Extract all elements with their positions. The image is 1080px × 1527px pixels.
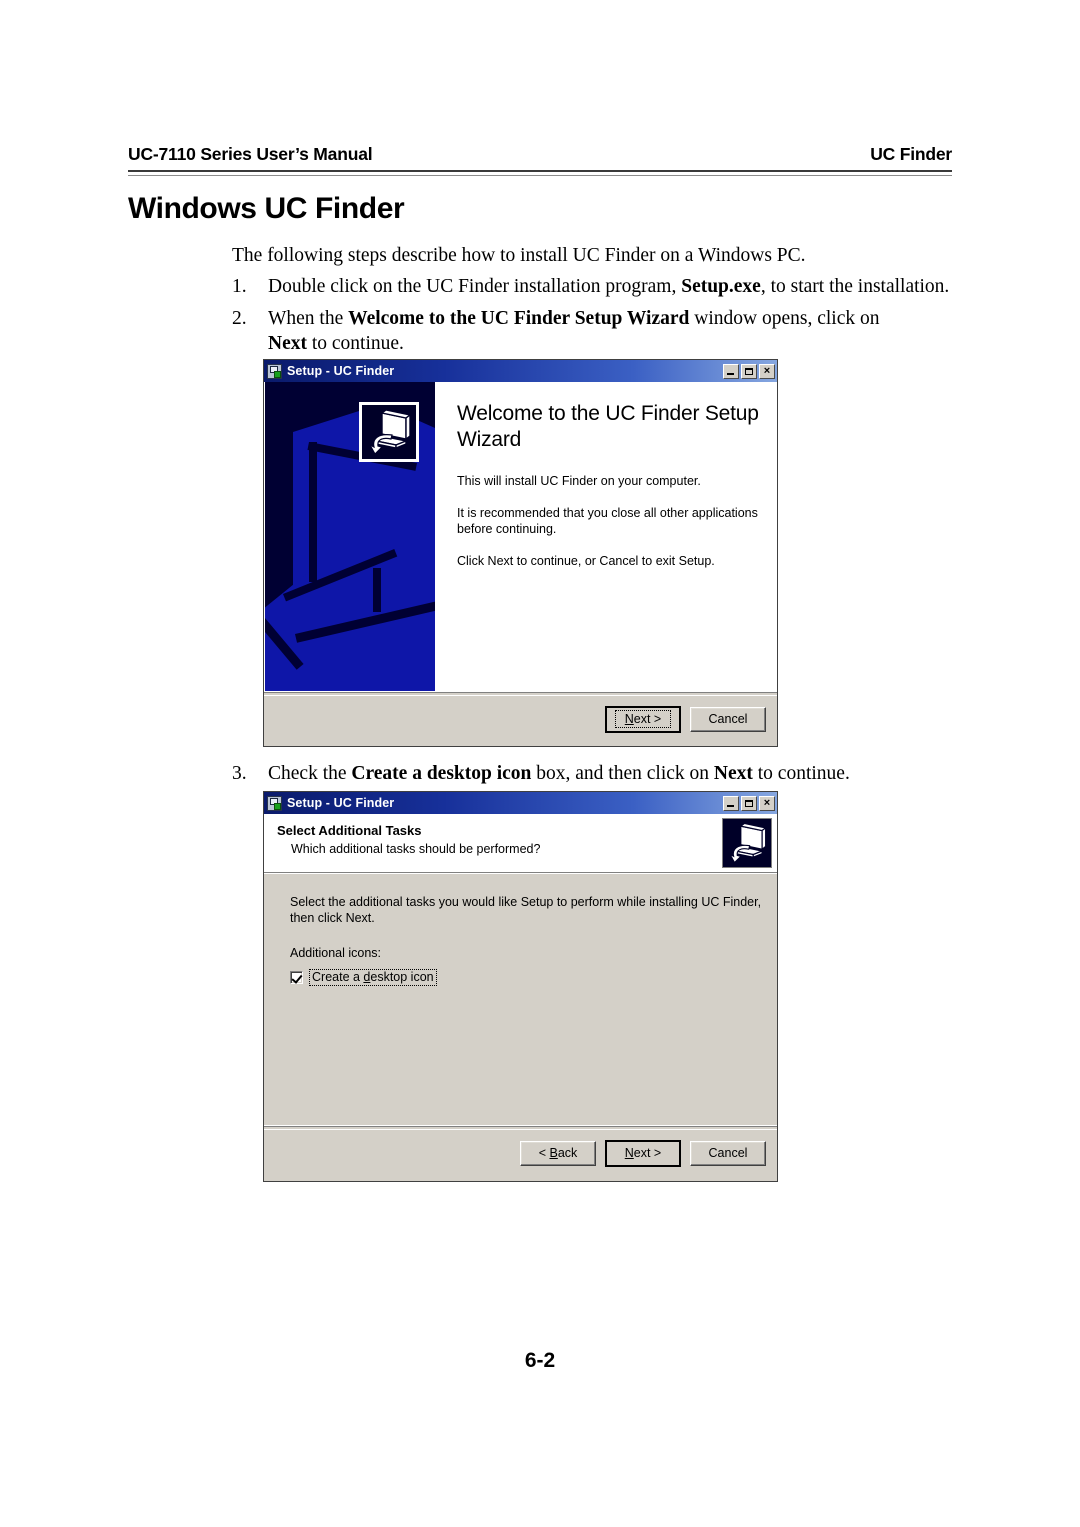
welcome-text-pane: Welcome to the UC Finder Setup Wizard Th… bbox=[435, 382, 777, 691]
maximize-icon[interactable] bbox=[741, 363, 757, 379]
welcome-paragraph-3: Click Next to continue, or Cancel to exi… bbox=[457, 554, 715, 568]
next-button[interactable]: Next > bbox=[605, 1139, 681, 1167]
window-controls[interactable]: × bbox=[723, 363, 775, 379]
tasks-instruction: Select the additional tasks you would li… bbox=[290, 895, 762, 925]
titlebar[interactable]: Setup - UC Finder × bbox=[264, 360, 777, 382]
installer-computer-icon bbox=[359, 402, 419, 462]
welcome-paragraph-1: This will install UC Finder on your comp… bbox=[457, 474, 701, 488]
wizard-page-title: Select Additional Tasks bbox=[277, 823, 422, 838]
welcome-paragraph-2: It is recommended that you close all oth… bbox=[457, 506, 758, 536]
step-item-1: 1. Double click on the UC Finder install… bbox=[232, 274, 962, 299]
create-desktop-icon-checkbox[interactable] bbox=[290, 971, 303, 984]
step-text: Double click on the UC Finder installati… bbox=[268, 276, 950, 297]
setup-welcome-dialog[interactable]: Setup - UC Finder × Welcome to the UC Fi… bbox=[263, 359, 778, 747]
additional-icons-label: Additional icons: bbox=[290, 946, 382, 960]
page-number: 6-2 bbox=[524, 1349, 556, 1372]
cancel-button-label: Cancel bbox=[708, 1146, 748, 1160]
page-header-band: Select Additional Tasks Which additional… bbox=[264, 814, 777, 873]
titlebar[interactable]: Setup - UC Finder × bbox=[264, 792, 777, 814]
setup-additional-tasks-dialog[interactable]: Setup - UC Finder × Select Additional Ta… bbox=[263, 791, 778, 1182]
step-item-2: 2. When the Welcome to the UC Finder Set… bbox=[232, 306, 912, 356]
button-bar-divider bbox=[264, 1126, 777, 1130]
wizard-page-subtitle: Which additional tasks should be perform… bbox=[291, 842, 541, 856]
wizard-banner-image bbox=[265, 382, 435, 691]
window-title: Setup - UC Finder bbox=[287, 364, 395, 378]
welcome-body: Welcome to the UC Finder Setup Wizard Th… bbox=[264, 382, 777, 691]
running-head-left: UC-7110 Series User’s Manual bbox=[128, 144, 373, 164]
step-number: 3. bbox=[232, 763, 247, 784]
back-button[interactable]: < Back bbox=[520, 1140, 596, 1166]
step-item-3: 3. Check the Create a desktop icon box, … bbox=[232, 761, 962, 786]
create-desktop-icon-label[interactable]: Create a desktop icon bbox=[309, 969, 437, 986]
create-desktop-icon-row[interactable]: Create a desktop icon bbox=[290, 969, 763, 986]
window-controls[interactable]: × bbox=[723, 795, 775, 811]
close-icon[interactable]: × bbox=[759, 363, 775, 379]
next-button[interactable]: Next > bbox=[605, 705, 681, 733]
header-divider bbox=[128, 170, 952, 176]
page-title: Windows UC Finder bbox=[128, 192, 405, 225]
step-number: 1. bbox=[232, 276, 247, 297]
step-text: When the Welcome to the UC Finder Setup … bbox=[268, 308, 880, 354]
intro-paragraph: The following steps describe how to inst… bbox=[232, 245, 806, 266]
button-bar-divider bbox=[264, 692, 777, 696]
dialog-button-bar: < Back Next > Cancel bbox=[264, 1125, 777, 1180]
window-title: Setup - UC Finder bbox=[287, 796, 395, 810]
minimize-icon[interactable] bbox=[723, 363, 739, 379]
close-icon[interactable]: × bbox=[759, 795, 775, 811]
next-button-label: Next > bbox=[614, 710, 672, 728]
welcome-heading: Welcome to the UC Finder Setup Wizard bbox=[457, 402, 759, 451]
back-button-label: < Back bbox=[538, 1146, 578, 1160]
tasks-body: Select the additional tasks you would li… bbox=[264, 873, 777, 1125]
cancel-button[interactable]: Cancel bbox=[690, 1140, 766, 1166]
cancel-button-label: Cancel bbox=[708, 712, 748, 726]
page-running-head: UC-7110 Series User’s Manual UC Finder bbox=[128, 144, 952, 165]
setup-app-icon bbox=[267, 795, 282, 811]
minimize-icon[interactable] bbox=[723, 795, 739, 811]
running-head-right: UC Finder bbox=[870, 144, 952, 164]
setup-app-icon bbox=[267, 363, 282, 379]
installer-computer-icon bbox=[722, 818, 772, 868]
step-text: Check the Create a desktop icon box, and… bbox=[268, 763, 850, 784]
dialog-button-bar: Next > Cancel bbox=[264, 691, 777, 746]
step-number: 2. bbox=[232, 308, 247, 329]
next-button-label: Next > bbox=[624, 1146, 662, 1160]
maximize-icon[interactable] bbox=[741, 795, 757, 811]
cancel-button[interactable]: Cancel bbox=[690, 706, 766, 732]
